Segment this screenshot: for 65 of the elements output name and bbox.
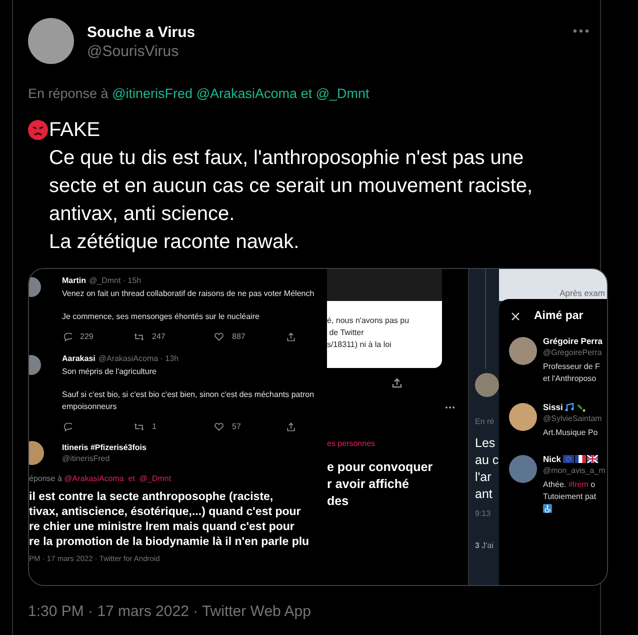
- like-count: 57: [232, 422, 241, 432]
- avatar[interactable]: [28, 18, 74, 64]
- reply-icon[interactable]: [62, 332, 72, 342]
- user-bio: Professeur de F et l'Anthroposo: [543, 361, 601, 385]
- more-icon[interactable]: [573, 29, 589, 33]
- tweet-text: Les au c l'ar ant: [475, 435, 500, 503]
- user-name[interactable]: Nick: [543, 453, 561, 465]
- user-bio: Athée. #lrem o Tutoiement pat: [543, 479, 598, 503]
- heart-icon[interactable]: [214, 332, 224, 342]
- like-count: 887: [232, 332, 246, 342]
- retweet-icon[interactable]: [134, 332, 144, 342]
- share-icon[interactable]: [286, 332, 296, 342]
- avatar: [475, 373, 499, 397]
- more-icon: [445, 406, 455, 409]
- user-name: Aarakasi: [62, 353, 96, 365]
- user-handle: @_Dmnt · 15h: [89, 275, 142, 287]
- reply-count: 229: [80, 332, 94, 342]
- mention-link[interactable]: @itinerisFred: [112, 86, 193, 101]
- tweet-text: Je commence, ses mensonges éhontés sur le nucléaire: [62, 311, 260, 323]
- avatar[interactable]: [509, 337, 537, 365]
- mention-fragment: es personnes: [327, 439, 376, 449]
- retweet-count: 247: [152, 332, 166, 342]
- retweet-count: 1: [152, 422, 156, 432]
- user-bio: Art.Musique Po: [543, 427, 599, 439]
- close-icon[interactable]: [511, 312, 520, 320]
- mention-link[interactable]: @_Dmnt: [316, 86, 370, 101]
- tweet-text: FAKE Ce que tu dis est faux, l'anthroposophie n'est pas une secte et en aucun cas ce serait un mouvement raciste, antivax, anti science. La zététique raconte nawak.: [49, 118, 533, 255]
- user-name[interactable]: Grégoire Perra: [543, 335, 603, 347]
- tweet-text: Venez on fait un thread collaboratif de raisons de ne pas voter Mélench: [62, 288, 316, 300]
- user-name[interactable]: Sissi: [543, 401, 563, 413]
- tweet-text: e pour convoquer r avoir affiché des: [327, 459, 434, 510]
- tweet-text: il est contre la secte anthroposophe (raciste, tivax, antiscience, ésotérique,...) quand c'est pour re chier une ministre lrem mais quand c'est pour re la promotion de la biodynamie là il n'en parle plu: [29, 490, 310, 550]
- reply-fragment: En ré: [475, 417, 496, 427]
- modal-title: Aimé par: [534, 309, 584, 323]
- user-name: Itineris #Pfizerisé3fois: [62, 442, 148, 453]
- attached-image[interactable]: [28, 268, 608, 586]
- share-icon: [392, 378, 402, 388]
- author-name[interactable]: Souche a Virus: [87, 23, 196, 42]
- share-icon[interactable]: [286, 422, 296, 432]
- reply-icon[interactable]: [62, 422, 72, 432]
- reply-line: En réponse à @itinerisFred @ArakasiAcoma et @_Dmnt: [28, 86, 370, 102]
- angry-face-icon: [28, 120, 48, 140]
- user-handle: @mon_avis_a_m: [543, 465, 606, 477]
- reply-line: éponse à @ArakasiAcoma et @_Dmnt: [29, 474, 172, 484]
- bottle-icon: [576, 402, 586, 412]
- user-handle: @itinerisFred: [62, 453, 111, 464]
- notice-card: é, nous n'avons pas pu de Twitter s/18311) ni à la loi: [327, 301, 442, 368]
- tweet-meta: 1:30 PM · 17 mars 2022 · Twitter Web App: [28, 602, 312, 622]
- avatar[interactable]: [509, 403, 537, 431]
- likes-count: 3 J'ai: [475, 541, 494, 551]
- strip-text: Après exam: [560, 288, 605, 298]
- tweet-text: Sauf si c'est bio, si c'est bio c'est bien, sinon c'est des méchants patron empoisonneurs: [62, 389, 316, 413]
- heart-icon[interactable]: [214, 422, 224, 432]
- avatar[interactable]: [509, 455, 537, 483]
- user-name: Martin: [62, 275, 86, 287]
- retweet-icon[interactable]: [134, 422, 144, 432]
- wheelchair-icon: [543, 504, 552, 513]
- timestamp: 9:13: [475, 509, 492, 519]
- user-handle: @SylvieSaintam: [543, 413, 602, 425]
- author-handle[interactable]: @SourisVirus: [87, 42, 196, 61]
- user-handle: @ArakasiAcoma · 13h: [98, 353, 179, 365]
- tweet-text: Son mépris de l'agriculture: [62, 366, 158, 378]
- music-notes-icon: [564, 402, 576, 412]
- user-handle: @GregoirePerra: [543, 347, 603, 359]
- mention-link[interactable]: @ArakasiAcoma: [196, 86, 298, 101]
